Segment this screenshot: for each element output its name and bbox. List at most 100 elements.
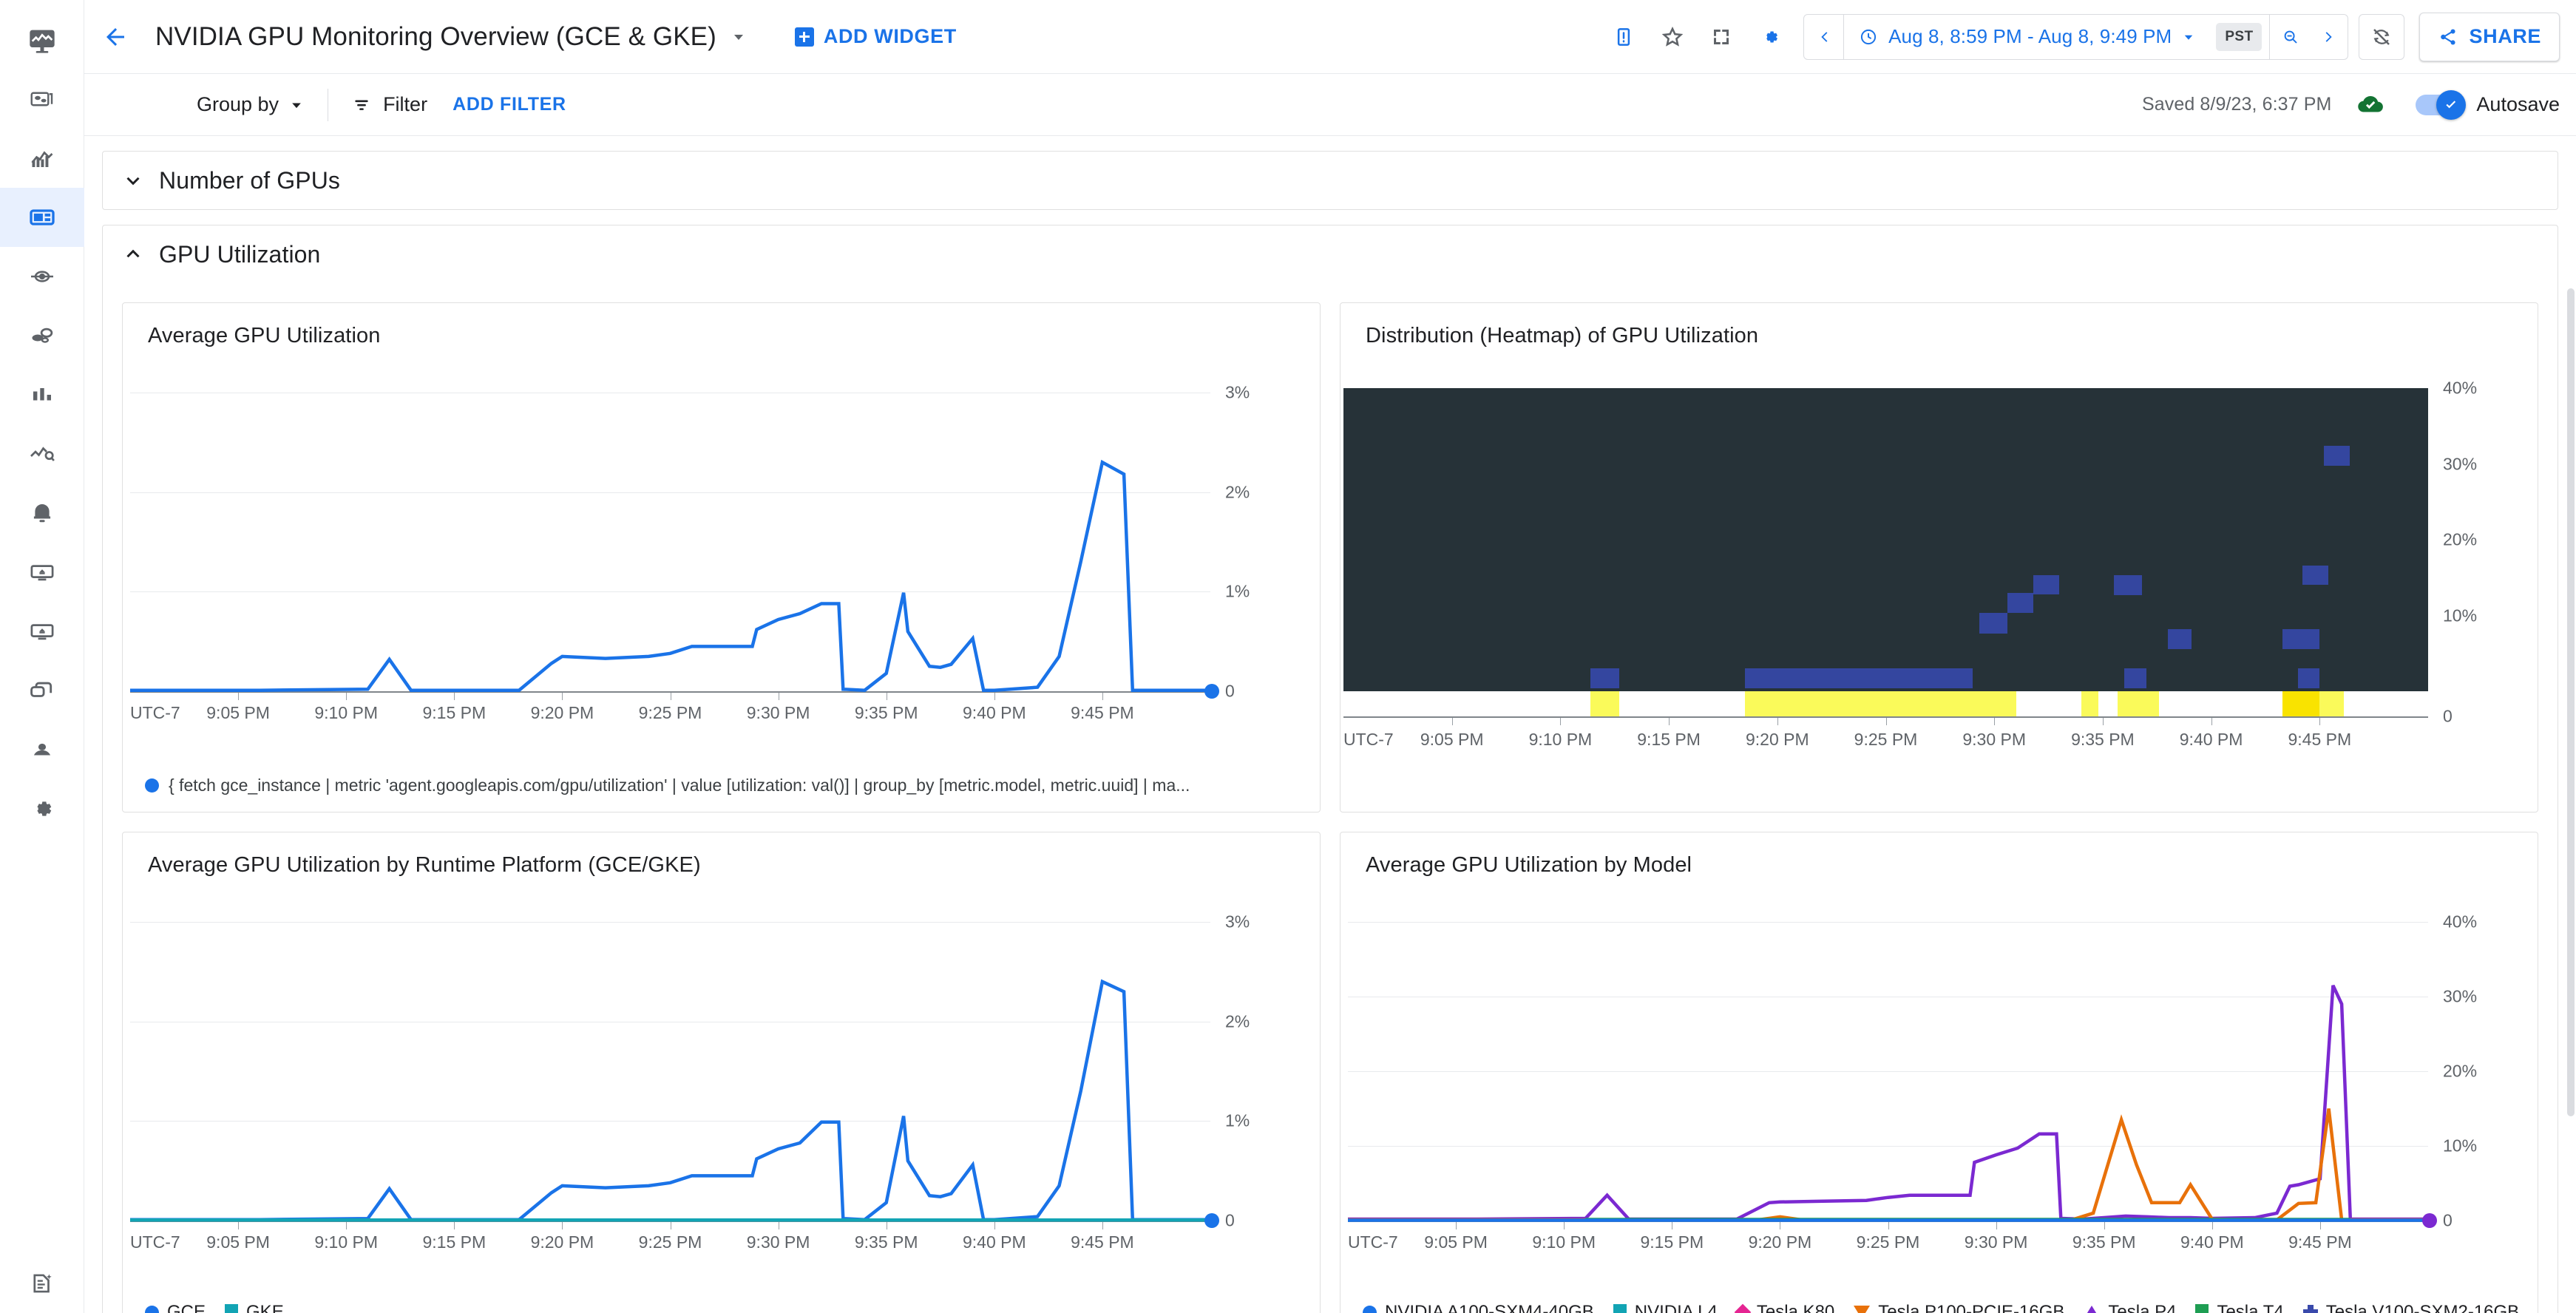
x-axis-tick-label: 9:40 PM	[2179, 730, 2243, 749]
x-axis-tick	[1669, 718, 1670, 725]
filter-label: Filter	[383, 93, 428, 115]
dashboard-body[interactable]: Number of GPUs GPU Utilization Average G…	[84, 136, 2576, 1313]
timezone-badge[interactable]: PST	[2216, 22, 2263, 51]
heatmap-plot: 0 10% 20% 30% 40% UTC-7 9:05 PM 9:10 PM 9:15 PM 9…	[1340, 348, 2538, 799]
chart-area[interactable]: 0 1% 2% 3% UTC-7 9:05 PM 9:10 PM 9:15 PM 9:20 PM…	[123, 878, 1320, 1292]
heatmap-underband	[2319, 691, 2344, 716]
chart-area[interactable]: 0 1% 2% 3% UTC-7 9:05 PM 9:10 PM 9:15 PM 9:20 PM…	[123, 348, 1320, 762]
x-axis-tick-label: 9:20 PM	[1745, 730, 1809, 749]
vertical-scrollbar[interactable]	[2567, 288, 2575, 1116]
legend-item[interactable]: GCE	[145, 1302, 206, 1313]
chart-area[interactable]: 0 10% 20% 30% 40% UTC-7 9:05 PM 9:10 PM 9:15 PM 9…	[1340, 348, 2538, 812]
sidebar-item-settings[interactable]	[0, 779, 84, 838]
widget-distribution-heatmap[interactable]: Distribution (Heatmap) of GPU Utilizatio…	[1340, 302, 2538, 812]
sidebar-item-dashboards[interactable]	[0, 129, 84, 188]
legend-label: GCE	[167, 1302, 206, 1313]
legend-marker-icon	[2195, 1304, 2209, 1313]
section-header[interactable]: Number of GPUs	[103, 152, 2558, 209]
section-gpu-utilization: GPU Utilization Average GPU Utilization …	[102, 225, 2558, 1313]
add-filter-button[interactable]: ADD FILTER	[453, 94, 566, 115]
legend-label: NVIDIA L4	[1634, 1302, 1718, 1313]
sidebar-item-groups[interactable]	[0, 661, 84, 720]
legend-item[interactable]: Tesla P4	[2084, 1302, 2176, 1313]
series-lines	[130, 979, 1210, 1222]
heatmap-cell	[2297, 668, 2320, 688]
widget-grid: Average GPU Utilization 0 1% 2% 3% UTC-7 9:05…	[103, 283, 2558, 1313]
fullscreen-icon[interactable]	[1697, 13, 1746, 61]
legend-marker-icon	[1363, 1305, 1377, 1313]
time-range-control: Aug 8, 8:59 PM - Aug 8, 9:49 PM PST	[1803, 13, 2349, 60]
monitoring-dashboard-app: NVIDIA GPU Monitoring Overview (GCE & GK…	[0, 0, 2576, 1313]
sidebar-item-synthetic-monitors[interactable]	[0, 602, 84, 661]
legend-item[interactable]: Tesla P100-PCIE-16GB	[1854, 1302, 2064, 1313]
heatmap-cell	[2282, 628, 2320, 649]
series-line	[1348, 984, 2428, 1221]
sidebar-item-trace[interactable]	[0, 247, 84, 306]
heatmap-cell	[2113, 575, 2142, 595]
y-axis-tick-label: 10%	[2443, 605, 2478, 625]
group-by-button[interactable]: Group by	[197, 93, 304, 116]
chart-legend[interactable]: GCE GKE	[123, 1292, 1320, 1313]
share-button[interactable]: SHARE	[2419, 12, 2560, 61]
release-notes-icon[interactable]	[0, 1254, 84, 1313]
add-text-widget-icon[interactable]	[1599, 13, 1648, 61]
series-lines	[130, 459, 1210, 692]
x-axis-tick	[2319, 718, 2321, 725]
x-axis-tick-label: 9:30 PM	[1962, 730, 2027, 749]
legend-item[interactable]: Tesla K80	[1734, 1302, 1834, 1313]
group-by-label: Group by	[197, 93, 279, 115]
filter-button[interactable]: Filter	[352, 93, 427, 116]
heatmap-cell	[1979, 613, 2007, 634]
sidebar-item-alerting[interactable]	[0, 484, 84, 543]
heatmap-cell	[2033, 575, 2060, 594]
section-header[interactable]: GPU Utilization	[103, 225, 2558, 283]
chart-area[interactable]: 0 10% 20% 30% 40% UTC-7 9:05 PM 9:10 PM 9:15 PM 9…	[1340, 878, 2538, 1292]
widget-average-gpu-utilization-by-runtime-platform[interactable]: Average GPU Utilization by Runtime Platf…	[122, 832, 1321, 1313]
caret-down-icon	[292, 103, 301, 108]
legend-marker-icon	[2084, 1306, 2101, 1313]
dashboard-toolbar: Group by Filter ADD FILTER Saved 8/9/23,…	[84, 74, 2576, 136]
line-plot: 0 1% 2% 3% UTC-7 9:05 PM 9:10 PM 9:15 PM 9:20 PM…	[123, 348, 1320, 762]
filter-list-icon	[355, 100, 368, 110]
sidebar-item-overview[interactable]	[0, 69, 84, 129]
auto-refresh-off-icon[interactable]	[2359, 13, 2405, 60]
cloud-done-icon	[2356, 91, 2385, 119]
widget-average-gpu-utilization-by-model[interactable]: Average GPU Utilization by Model 0 10% 20%…	[1340, 832, 2538, 1313]
heatmap-cell	[2167, 628, 2192, 649]
sidebar-item-metrics[interactable]	[0, 365, 84, 424]
chevron-down-icon	[126, 177, 140, 186]
dashboard-header-bar: NVIDIA GPU Monitoring Overview (GCE & GK…	[84, 0, 2576, 74]
main-column: NVIDIA GPU Monitoring Overview (GCE & GK…	[84, 0, 2576, 1313]
caret-down-icon	[2185, 35, 2193, 40]
time-range-picker[interactable]: Aug 8, 8:59 PM - Aug 8, 9:49 PM	[1844, 15, 2209, 59]
x-axis-tick-label: 9:10 PM	[1528, 730, 1593, 749]
series-line	[130, 979, 1210, 1221]
legend-item[interactable]: NVIDIA A100-SXM4-40GB	[1363, 1302, 1594, 1313]
series-line	[130, 459, 1210, 692]
star-outline-icon[interactable]	[1648, 13, 1697, 61]
zoom-out-button[interactable]	[2269, 14, 2311, 59]
legend-item[interactable]: Tesla V100-SXM2-16GB	[2302, 1302, 2519, 1313]
chart-legend[interactable]: NVIDIA A100-SXM4-40GB NVIDIA L4 Tesla K80 T…	[1340, 1292, 2538, 1313]
settings-gear-icon[interactable]	[1746, 13, 1794, 61]
toggle-knob	[2436, 89, 2467, 120]
autosave-toggle[interactable]: Autosave	[2416, 89, 2560, 120]
heatmap-canvas[interactable]	[1343, 388, 2428, 691]
time-range-next-button[interactable]	[2311, 15, 2348, 59]
sidebar-item-services[interactable]	[0, 720, 84, 779]
sidebar-item-uptime-checks[interactable]	[0, 543, 84, 602]
chart-legend[interactable]: { fetch gce_instance | metric 'agent.goo…	[123, 762, 1320, 812]
chevron-down-icon[interactable]	[730, 28, 748, 46]
time-range-prev-button[interactable]	[1804, 14, 1845, 59]
monitoring-logo-icon[interactable]	[0, 10, 84, 69]
sidebar-item-dashboard-grid[interactable]	[0, 188, 84, 247]
arrow-back-icon[interactable]	[84, 24, 146, 50]
sidebar-item-metrics-management[interactable]	[0, 424, 84, 484]
legend-item[interactable]: NVIDIA L4	[1613, 1302, 1718, 1313]
legend-item[interactable]: GKE	[225, 1302, 284, 1313]
widget-average-gpu-utilization[interactable]: Average GPU Utilization 0 1% 2% 3% UTC-7 9:05…	[122, 302, 1321, 812]
sidebar-item-profiler[interactable]	[0, 306, 84, 365]
section-title: GPU Utilization	[159, 240, 321, 268]
add-widget-button[interactable]: ADD WIDGET	[794, 25, 957, 48]
legend-item[interactable]: Tesla T4	[2195, 1302, 2284, 1313]
